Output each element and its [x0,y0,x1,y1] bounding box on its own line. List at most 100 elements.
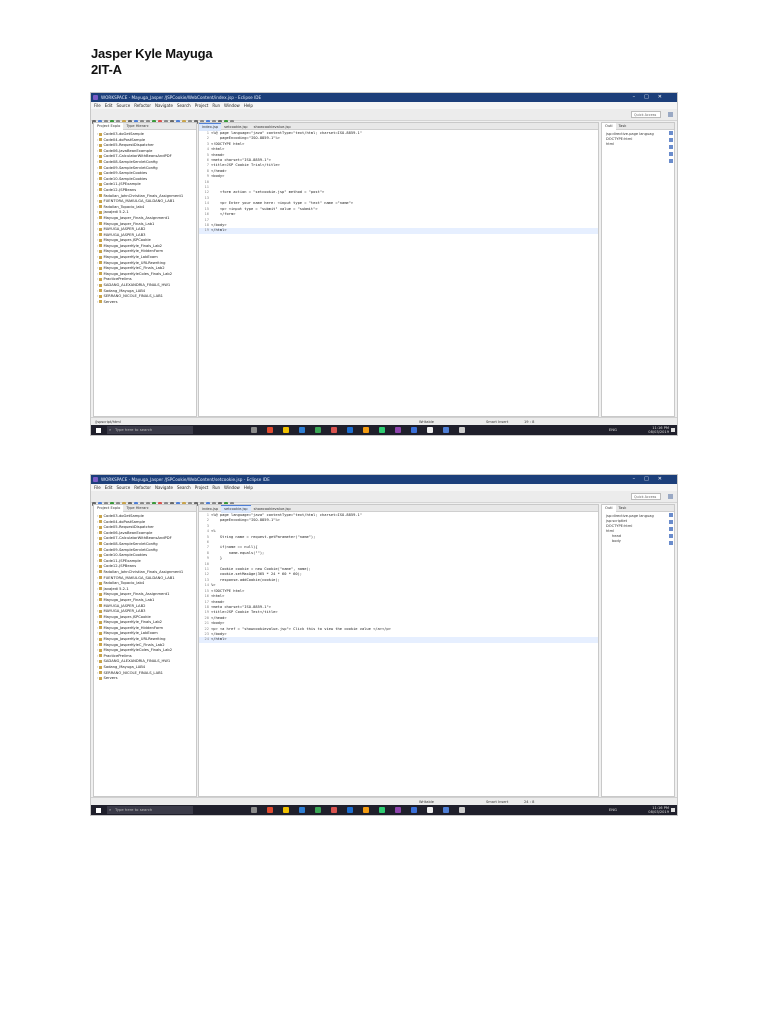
taskbar-app-icon[interactable] [315,807,321,813]
taskbar-app-icon[interactable] [379,427,385,433]
project-item[interactable]: › Servers [97,676,196,682]
taskbar-app-icon[interactable] [379,807,385,813]
expand-arrow-icon[interactable]: › [97,143,98,147]
expand-arrow-icon[interactable]: › [97,604,98,608]
code-lines[interactable]: 1 <%@ page language="java" contentType="t… [199,512,598,643]
code-editor[interactable]: index.jsp setcookie.jsp showcookievalue.js… [198,122,599,417]
explorer-tab[interactable]: Type Hierarc [123,123,151,130]
side-strip-icons[interactable] [669,513,674,548]
expand-arrow-icon[interactable]: › [97,277,98,281]
system-tray-lang[interactable]: ENG [609,805,617,815]
explorer-tab[interactable]: Project Explo [94,505,124,512]
expand-arrow-icon[interactable]: › [97,676,98,680]
taskbar-app-icon[interactable] [395,807,401,813]
expand-arrow-icon[interactable]: › [97,233,98,237]
menu-item-help[interactable]: Help [244,103,253,108]
menu-item-window[interactable]: Window [224,103,240,108]
expand-arrow-icon[interactable]: › [97,659,98,663]
menu-item-file[interactable]: File [94,103,101,108]
taskbar-apps[interactable] [251,807,475,815]
expand-arrow-icon[interactable]: › [97,620,98,624]
expand-arrow-icon[interactable]: › [97,609,98,613]
expand-arrow-icon[interactable]: › [97,654,98,658]
menu-item-project[interactable]: Project [195,485,209,490]
expand-arrow-icon[interactable]: › [97,244,98,248]
outline-item[interactable]: body [606,539,674,544]
menu-item-edit[interactable]: Edit [105,485,113,490]
outline-item[interactable]: html [606,142,674,147]
expand-arrow-icon[interactable]: › [97,283,98,287]
expand-arrow-icon[interactable]: › [97,138,98,142]
expand-arrow-icon[interactable]: › [97,294,98,298]
expand-arrow-icon[interactable]: › [97,261,98,265]
code-line[interactable]: 24 </html> [199,637,598,643]
expand-arrow-icon[interactable]: › [97,216,98,220]
expand-arrow-icon[interactable]: › [97,238,98,242]
expand-arrow-icon[interactable]: › [97,598,98,602]
editor-tab[interactable]: setcookie.jsp [221,124,250,131]
expand-arrow-icon[interactable]: › [97,615,98,619]
editor-tab[interactable]: index.jsp [199,506,221,513]
expand-arrow-icon[interactable]: › [97,255,98,259]
expand-arrow-icon[interactable]: › [97,542,98,546]
taskbar-app-icon[interactable] [459,427,465,433]
code-line[interactable]: 19 </html> [199,228,598,234]
quick-access-field[interactable]: Quick Access [631,111,661,118]
expand-arrow-icon[interactable]: › [97,300,98,304]
taskbar-app-icon[interactable] [363,427,369,433]
expand-arrow-icon[interactable]: › [97,570,98,574]
expand-arrow-icon[interactable]: › [97,643,98,647]
expand-arrow-icon[interactable]: › [97,581,98,585]
taskbar-apps[interactable] [251,427,475,435]
code-lines[interactable]: 1 <%@ page language="java" contentType="t… [199,130,598,234]
expand-arrow-icon[interactable]: › [97,587,98,591]
expand-arrow-icon[interactable]: › [97,665,98,669]
taskbar-app-icon[interactable] [331,807,337,813]
taskbar-app-icon[interactable] [411,427,417,433]
quick-access-field[interactable]: Quick Access [631,493,661,500]
code-editor[interactable]: index.jsp setcookie.jsp showcookievalue.js… [198,504,599,797]
expand-arrow-icon[interactable]: › [97,520,98,524]
expand-arrow-icon[interactable]: › [97,177,98,181]
expand-arrow-icon[interactable]: › [97,553,98,557]
expand-arrow-icon[interactable]: › [97,592,98,596]
taskbar-app-icon[interactable] [411,807,417,813]
system-tray-lang[interactable]: ENG [609,425,617,435]
menu-item-source[interactable]: Source [116,485,130,490]
expand-arrow-icon[interactable]: › [97,194,98,198]
editor-tab[interactable]: showcookievalue.jsp [251,124,294,131]
expand-arrow-icon[interactable]: › [97,531,98,535]
expand-arrow-icon[interactable]: › [97,637,98,641]
expand-arrow-icon[interactable]: › [97,514,98,518]
taskbar-search[interactable]: ⌕ Type here to search [107,806,193,814]
menu-item-refactor[interactable]: Refactor [134,103,151,108]
expand-arrow-icon[interactable]: › [97,525,98,529]
windows-start-icon[interactable] [96,428,101,433]
taskbar-app-icon[interactable] [347,427,353,433]
expand-arrow-icon[interactable]: › [97,289,98,293]
taskbar-app-icon[interactable] [363,807,369,813]
taskbar-app-icon[interactable] [427,807,433,813]
taskbar-app-icon[interactable] [267,427,273,433]
expand-arrow-icon[interactable]: › [97,188,98,192]
expand-arrow-icon[interactable]: › [97,227,98,231]
editor-tab[interactable]: setcookie.jsp [221,505,251,513]
expand-arrow-icon[interactable]: › [97,182,98,186]
expand-arrow-icon[interactable]: › [97,132,98,136]
menu-item-source[interactable]: Source [116,103,130,108]
menu-item-file[interactable]: File [94,485,101,490]
expand-arrow-icon[interactable]: › [97,199,98,203]
expand-arrow-icon[interactable]: › [97,576,98,580]
window-controls[interactable]: –□✕ [633,93,671,102]
menu-item-navigate[interactable]: Navigate [155,103,173,108]
window-controls[interactable]: –□✕ [633,475,671,484]
taskbar-app-icon[interactable] [395,427,401,433]
expand-arrow-icon[interactable]: › [97,249,98,253]
menu-item-run[interactable]: Run [212,485,220,490]
menu-item-search[interactable]: Search [177,103,191,108]
taskbar-app-icon[interactable] [251,427,257,433]
outline-tab[interactable]: Task [616,505,630,512]
menu-item-search[interactable]: Search [177,485,191,490]
expand-arrow-icon[interactable]: › [97,149,98,153]
editor-tab[interactable]: showcookievalue.jsp [251,506,294,513]
